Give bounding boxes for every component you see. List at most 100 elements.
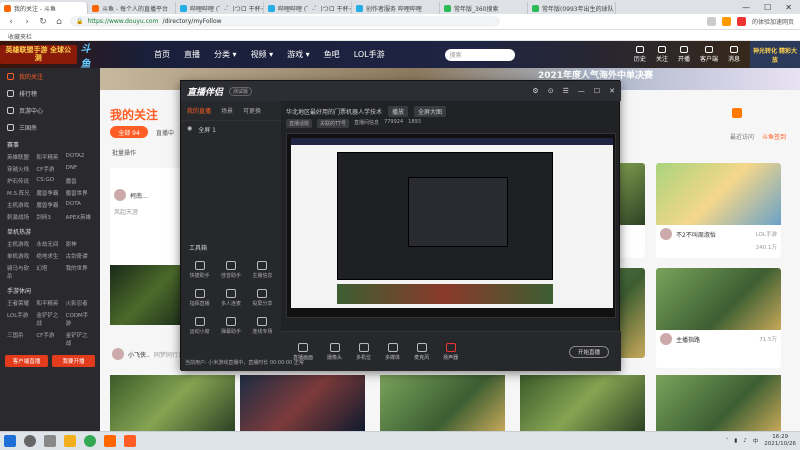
stream-thumbnail[interactable] <box>240 375 365 431</box>
sign-in-link[interactable]: 斗鱼签到 <box>762 132 786 141</box>
multi-camera-button[interactable]: 多机位 <box>356 342 371 361</box>
sidebar-category-link[interactable]: 刺激战场 <box>7 213 34 221</box>
sidebar-category-link[interactable]: 穿越火线 <box>7 165 34 173</box>
sidebar-category-link[interactable]: CODM手游 <box>66 311 93 327</box>
volume-icon[interactable]: ♪ <box>743 438 747 444</box>
nav-yuba[interactable]: 鱼吧 <box>324 49 340 60</box>
toolbox-tool[interactable]: 多人连麦 <box>216 289 245 307</box>
sidebar-category-link[interactable]: 剑网3 <box>36 213 63 221</box>
camera-source-button[interactable]: 摄像头 <box>327 342 342 361</box>
scene-row[interactable]: ◉ 全屏 1 <box>181 121 281 138</box>
task-view-icon[interactable] <box>44 435 56 447</box>
extension-icon[interactable] <box>736 17 746 26</box>
stream-thumbnail[interactable] <box>110 265 190 325</box>
go-live-button[interactable]: 开播 <box>678 46 690 63</box>
douyu-app-icon[interactable] <box>104 435 116 447</box>
toolbox-tool[interactable]: 运动小窗 <box>185 317 214 335</box>
tab-my-follow[interactable]: 我的关注 - 斗鱼 <box>0 2 88 14</box>
media-source-button[interactable]: 多媒体 <box>385 342 400 361</box>
toolbox-tool[interactable]: 投屏分享 <box>248 289 277 307</box>
sidebar-category-link[interactable]: CF手游 <box>36 331 63 347</box>
menu-icon[interactable]: ☰ <box>563 87 569 95</box>
tab-360-search[interactable]: 常年版_360搜索 <box>440 2 528 14</box>
recent-visit-link[interactable]: 最近访问 <box>730 132 754 141</box>
record-icon[interactable]: ⊙ <box>548 87 554 95</box>
browser-promo-text[interactable]: 的体验加速网页 <box>752 17 794 26</box>
sidebar-category-link[interactable]: DOTA2 <box>66 153 93 161</box>
tab-bilibili-1[interactable]: 哔哩哔哩 (゜-゜)つロ 干杯~ <box>176 2 264 14</box>
toolbox-tool[interactable]: 指挥直播 <box>185 289 214 307</box>
tab-bilibili-creator[interactable]: 创作者服务 哔哩哔哩 <box>352 2 440 14</box>
forward-icon[interactable]: › <box>22 17 32 27</box>
url-input[interactable]: 🔒 https://www.douyu.com/directory/myFoll… <box>70 16 500 27</box>
extension-icon[interactable] <box>706 17 716 26</box>
message-button[interactable]: 消息 <box>728 46 740 63</box>
extension-icon[interactable] <box>721 17 731 26</box>
sidebar-item-ranking[interactable]: 排行榜 <box>0 85 100 102</box>
start-live-button[interactable]: 开始直播 <box>569 345 609 358</box>
ime-indicator[interactable]: 中 <box>753 437 759 445</box>
sidebar-category-link[interactable]: 主机游戏 <box>7 240 34 248</box>
sidebar-category-link[interactable]: 三国杀 <box>7 331 34 347</box>
search-icon[interactable] <box>24 435 36 447</box>
play-pill[interactable]: 播放 <box>388 106 409 117</box>
sidebar-category-link[interactable]: 金铲铲之战 <box>66 331 93 347</box>
sidebar-category-link[interactable]: CS:GO <box>36 177 63 185</box>
batch-operation-link[interactable]: 批量操作 <box>112 148 136 157</box>
sidebar-category-link[interactable]: APEX英雄 <box>66 213 93 221</box>
fullscreen-pill[interactable]: 全屏大图 <box>414 106 447 117</box>
sidebar-category-link[interactable]: DOTA <box>66 201 93 209</box>
reload-icon[interactable]: ↻ <box>38 17 48 27</box>
tab-my-live[interactable]: 我的直播 <box>187 106 211 115</box>
sidebar-category-link[interactable]: 骑马与砍杀 <box>7 264 34 280</box>
sidebar-category-link[interactable]: 主机游戏 <box>7 201 34 209</box>
sidebar-category-link[interactable]: 魔兽 <box>66 177 93 185</box>
tab-replaceable[interactable]: 可更换 <box>243 106 261 115</box>
sidebar-category-link[interactable]: LOL手游 <box>7 311 34 327</box>
stream-title[interactable]: 华北地区最好用的门票机器人学技术 <box>286 107 382 116</box>
sidebar-category-link[interactable]: 和平精英 <box>36 299 63 307</box>
sidebar-item-sanguosha[interactable]: 三国杀 <box>0 119 100 136</box>
minimize-button[interactable]: — <box>742 3 750 12</box>
stream-thumbnail[interactable] <box>520 375 645 431</box>
sidebar-category-link[interactable]: 古剑奇谭 <box>66 252 93 260</box>
filter-tab-all[interactable]: 全部 94 <box>110 126 148 138</box>
toolbox-tool[interactable]: 快捷助手 <box>185 261 214 279</box>
header-ad[interactable]: 神光转化 精彩大放 <box>750 41 800 68</box>
history-button[interactable]: 历史 <box>634 46 646 63</box>
nav-live[interactable]: 直播 <box>184 49 200 60</box>
toolbox-tool[interactable]: 主播信息 <box>248 261 277 279</box>
sidebar-category-link[interactable]: 原神 <box>66 240 93 248</box>
search-input[interactable]: 搜索 <box>444 48 515 61</box>
network-icon[interactable]: ▮ <box>734 438 737 444</box>
maximize-icon[interactable]: ☐ <box>594 87 600 95</box>
sidebar-category-link[interactable]: 金铲铲之战 <box>36 311 63 327</box>
client-button[interactable]: 客户端 <box>700 46 718 63</box>
gift-icon[interactable] <box>732 108 742 118</box>
sidebar-category-link[interactable]: DNF <box>66 165 93 173</box>
screen-source-button[interactable]: 直播画面 <box>293 342 313 361</box>
toolbox-tool[interactable]: 弹幕助手 <box>216 317 245 335</box>
sidebar-category-link[interactable]: 英雄联盟 <box>7 153 34 161</box>
tray-up-icon[interactable]: ˄ <box>725 438 728 444</box>
nav-lol-mobile[interactable]: LOL手游 <box>354 49 385 60</box>
tab-scene[interactable]: 场景 <box>221 106 233 115</box>
file-explorer-icon[interactable] <box>64 435 76 447</box>
sidebar-category-link[interactable]: 永劫无间 <box>36 240 63 248</box>
sidebar-category-link[interactable]: 绝地求生 <box>36 252 63 260</box>
maximize-button[interactable]: ☐ <box>764 3 771 12</box>
nav-category[interactable]: 分类 ▾ <box>214 49 237 60</box>
stream-thumbnail[interactable] <box>656 375 781 431</box>
toolbox-tool[interactable]: 佳音助手 <box>216 261 245 279</box>
tab-douyu-home[interactable]: 斗鱼 - 每个人的直播平台 <box>88 2 176 14</box>
live-companion-icon[interactable] <box>124 435 136 447</box>
start-stream-button[interactable]: 我要开播 <box>52 355 95 367</box>
client-live-button[interactable]: 客户端直播 <box>5 355 48 367</box>
bookmark-folder[interactable]: 收藏夹栏 <box>8 34 32 41</box>
sidebar-category-link[interactable]: 魔兽争霸 <box>36 201 63 209</box>
eye-icon[interactable]: ◉ <box>187 125 192 134</box>
site-logo[interactable]: 英雄联盟手游 全球公测 斗鱼 <box>0 41 100 70</box>
tab-bilibili-2[interactable]: 哔哩哔哩 (゜-゜)つロ 干杯~ <box>264 2 352 14</box>
stream-thumbnail[interactable] <box>380 375 505 431</box>
sidebar-category-link[interactable]: 魔兽世界 <box>66 189 93 197</box>
